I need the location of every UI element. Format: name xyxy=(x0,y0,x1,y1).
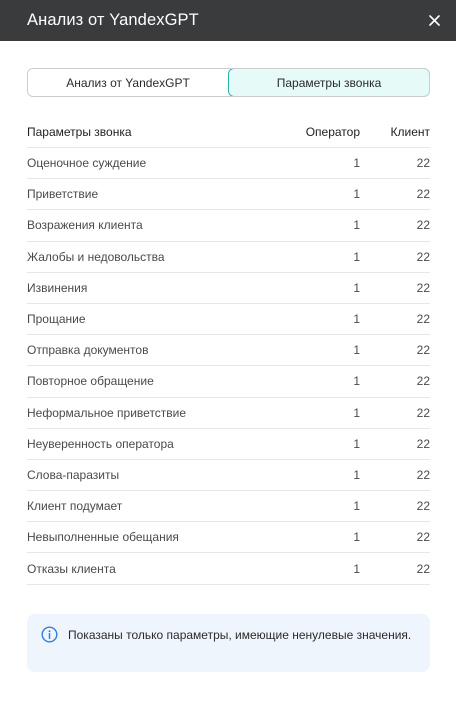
table-header: Параметры звонка Оператор Клиент xyxy=(27,117,430,148)
column-header-operator: Оператор xyxy=(305,125,360,139)
parameter-name: Слова-паразиты xyxy=(27,467,120,482)
info-banner: Показаны только параметры, имеющие ненул… xyxy=(27,614,430,672)
client-count: 22 xyxy=(416,249,430,264)
parameter-name: Извинения xyxy=(27,280,88,295)
table-row: Невыполненные обещания 1 22 xyxy=(27,522,430,554)
parameter-name: Неуверенность оператора xyxy=(27,436,174,451)
operator-count: 1 xyxy=(353,374,360,389)
client-count: 22 xyxy=(416,499,430,514)
table-body: Оценочное суждение 1 22 Приветствие 1 22 Возра… xyxy=(27,148,430,585)
table-row: Отказы клиента 1 22 xyxy=(27,553,430,585)
parameter-name: Невыполненные обещания xyxy=(27,530,179,545)
operator-count: 1 xyxy=(353,312,360,327)
operator-count: 1 xyxy=(353,280,360,295)
modal-title: Анализ от YandexGPT xyxy=(27,11,199,29)
parameter-name: Возражения клиента xyxy=(27,218,143,233)
info-icon xyxy=(41,626,58,643)
operator-count: 1 xyxy=(353,249,360,264)
operator-count: 1 xyxy=(353,561,360,576)
parameter-name: Жалобы и недовольства xyxy=(27,249,165,264)
client-count: 22 xyxy=(416,561,430,576)
parameters-table: Параметры звонка Оператор Клиент Оценочн… xyxy=(27,117,430,585)
client-count: 22 xyxy=(416,436,430,451)
client-count: 22 xyxy=(416,374,430,389)
client-count: 22 xyxy=(416,312,430,327)
table-row: Неуверенность оператора 1 22 xyxy=(27,429,430,460)
client-count: 22 xyxy=(416,218,430,233)
close-icon[interactable] xyxy=(425,12,443,30)
column-header-parameters: Параметры звонка xyxy=(27,125,132,139)
parameter-name: Повторное обращение xyxy=(27,374,154,389)
parameter-name: Прощание xyxy=(27,312,86,327)
parameter-name: Неформальное приветствие xyxy=(27,405,187,420)
table-row: Оценочное суждение 1 22 xyxy=(27,148,430,180)
parameter-name: Приветствие xyxy=(27,187,99,202)
operator-count: 1 xyxy=(353,405,360,420)
operator-count: 1 xyxy=(353,530,360,545)
column-header-client: Клиент xyxy=(390,125,431,139)
table-row: Неформальное приветствие 1 22 xyxy=(27,398,430,429)
client-count: 22 xyxy=(416,405,430,420)
table-row: Жалобы и недовольства 1 22 xyxy=(27,242,430,273)
operator-count: 1 xyxy=(353,343,360,358)
table-row: Прощание 1 22 xyxy=(27,304,430,336)
operator-count: 1 xyxy=(353,218,360,233)
table-row: Извинения 1 22 xyxy=(27,273,430,304)
tab-yandexgpt-analysis[interactable]: Анализ от YandexGPT xyxy=(28,69,228,96)
table-row: Возражения клиента 1 22 xyxy=(27,210,430,242)
tab-bar: Анализ от YandexGPT Параметры звонка xyxy=(27,68,430,97)
operator-count: 1 xyxy=(353,499,360,514)
table-row: Приветствие 1 22 xyxy=(27,179,430,211)
operator-count: 1 xyxy=(353,187,360,202)
info-text: Показаны только параметры, имеющие ненул… xyxy=(68,628,412,642)
modal-header: Анализ от YandexGPT xyxy=(0,0,456,41)
client-count: 22 xyxy=(416,530,430,545)
operator-count: 1 xyxy=(353,156,360,171)
table-row: Отправка документов 1 22 xyxy=(27,335,430,367)
table-row: Слова-паразиты 1 22 xyxy=(27,460,430,492)
operator-count: 1 xyxy=(353,467,360,482)
client-count: 22 xyxy=(416,343,430,358)
client-count: 22 xyxy=(416,156,430,171)
parameter-name: Оценочное суждение xyxy=(27,156,147,171)
client-count: 22 xyxy=(416,187,430,202)
table-row: Повторное обращение 1 22 xyxy=(27,366,430,398)
operator-count: 1 xyxy=(353,436,360,451)
client-count: 22 xyxy=(416,280,430,295)
parameter-name: Отправка документов xyxy=(27,343,149,358)
client-count: 22 xyxy=(416,467,430,482)
table-row: Клиент подумает 1 22 xyxy=(27,491,430,523)
tab-call-parameters[interactable]: Параметры звонка xyxy=(228,69,429,96)
parameter-name: Клиент подумает xyxy=(27,499,123,514)
parameter-name: Отказы клиента xyxy=(27,561,116,576)
